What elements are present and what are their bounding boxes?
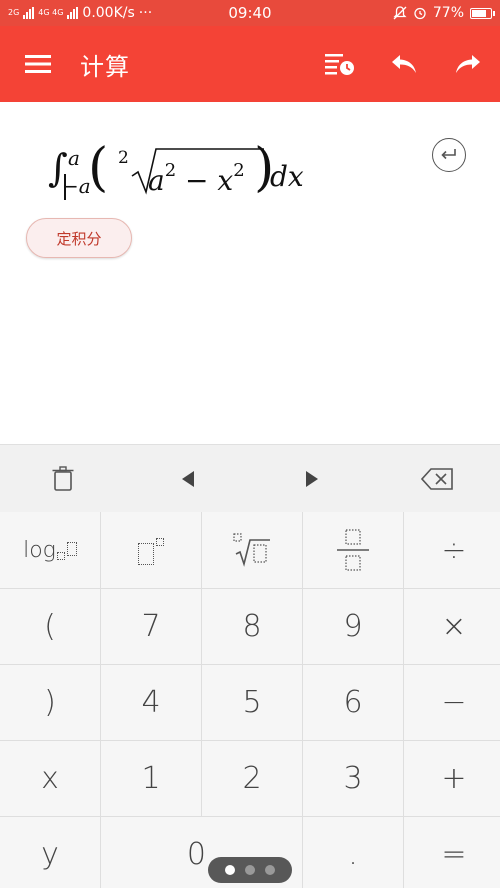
clock: 09:40	[228, 4, 272, 22]
plus-key[interactable]: +	[404, 741, 500, 816]
power-exp-placeholder-icon	[156, 538, 164, 546]
key-2[interactable]: 2	[202, 741, 302, 816]
exponent-x: 2	[233, 160, 245, 181]
page-dot[interactable]	[225, 865, 235, 875]
power-base-placeholder-icon	[138, 543, 154, 565]
enter-button[interactable]	[432, 138, 466, 172]
expression-area[interactable]: ∫ a −a ( 2 a2 − x2 ) dx 定积分	[0, 102, 500, 444]
fraction-icon	[337, 529, 369, 571]
history-icon	[325, 54, 354, 75]
edit-toolbar	[0, 444, 500, 512]
more-notifications-icon: ···	[138, 5, 153, 21]
page-dot[interactable]	[265, 865, 275, 875]
network-type-4g: 4G 4G	[38, 8, 64, 17]
cursor-right-button[interactable]	[250, 445, 374, 513]
battery-fill	[472, 9, 486, 17]
arrow-left-icon	[182, 470, 194, 487]
minus-key[interactable]: −	[404, 665, 500, 740]
undo-button[interactable]	[372, 26, 436, 102]
divide-key[interactable]: ÷	[404, 512, 500, 588]
silent-icon	[393, 6, 407, 20]
enter-icon	[441, 149, 456, 160]
key-3[interactable]: 3	[303, 741, 403, 816]
key-7[interactable]: 7	[101, 589, 201, 664]
key-8[interactable]: 8	[202, 589, 302, 664]
page-dot[interactable]	[245, 865, 255, 875]
multiply-key[interactable]: ×	[404, 589, 500, 664]
history-button[interactable]	[308, 26, 372, 102]
key-9[interactable]: 9	[303, 589, 403, 664]
keypad: log ÷ ( 7 8 9 × ) 4 5 6 − x 1 2 3 + y 0 …	[0, 512, 500, 888]
signal-icon	[23, 7, 35, 19]
log-key-label: log	[23, 537, 56, 563]
radicand[interactable]: a2 − x2	[148, 160, 245, 197]
x-key[interactable]: x	[0, 741, 100, 816]
status-right: 77%	[292, 5, 495, 21]
radicand-a: a	[148, 164, 165, 197]
key-1[interactable]: 1	[101, 741, 201, 816]
status-bar: 2G 4G 4G 0.00K/s ··· 09:40 77%	[0, 0, 500, 26]
close-paren-key[interactable]: )	[0, 665, 100, 740]
key-4[interactable]: 4	[101, 665, 201, 740]
alarm-icon	[414, 7, 426, 20]
exponent-a: 2	[164, 160, 177, 181]
trash-icon	[52, 465, 74, 491]
signal-icon-2	[67, 7, 79, 19]
minus-operator: −	[176, 164, 218, 197]
key-6[interactable]: 6	[303, 665, 403, 740]
log-key[interactable]: log	[0, 512, 100, 588]
redo-icon	[456, 55, 480, 73]
root-key[interactable]	[202, 512, 302, 588]
redo-button[interactable]	[436, 26, 500, 102]
cursor-left-button[interactable]	[126, 445, 250, 513]
differential: dx	[270, 160, 304, 193]
decimal-key[interactable]: .	[303, 817, 403, 888]
log-arg-placeholder-icon	[66, 542, 77, 556]
nth-root-icon	[233, 533, 270, 567]
power-key[interactable]	[101, 512, 201, 588]
key-5[interactable]: 5	[202, 665, 302, 740]
y-key[interactable]: y	[0, 817, 100, 888]
battery-icon	[470, 7, 495, 19]
backspace-icon	[421, 467, 453, 490]
left-paren: (	[88, 138, 109, 198]
open-paren-key[interactable]: (	[0, 589, 100, 664]
network-speed: 0.00K/s	[82, 5, 135, 21]
arrow-right-icon	[306, 470, 318, 487]
network-type-2g: 2G	[8, 8, 20, 17]
page-title: 计算	[80, 52, 130, 81]
menu-icon	[25, 55, 51, 73]
equals-key[interactable]: =	[404, 817, 500, 888]
undo-icon	[392, 55, 416, 73]
definite-integral-chip[interactable]: 定积分	[26, 218, 132, 258]
fraction-key[interactable]	[303, 512, 403, 588]
battery-percent: 77%	[432, 5, 464, 21]
clear-button[interactable]	[0, 445, 126, 513]
lower-limit[interactable]: −a	[62, 174, 91, 198]
menu-button[interactable]	[0, 26, 76, 102]
app-bar: 计算	[0, 26, 500, 102]
log-base-placeholder-icon	[56, 552, 65, 560]
status-left: 2G 4G 4G 0.00K/s ···	[8, 5, 208, 21]
keypad-page-indicator[interactable]	[208, 857, 292, 883]
backspace-button[interactable]	[374, 445, 500, 513]
radicand-x: x	[217, 164, 234, 197]
upper-limit[interactable]: a	[68, 146, 80, 170]
